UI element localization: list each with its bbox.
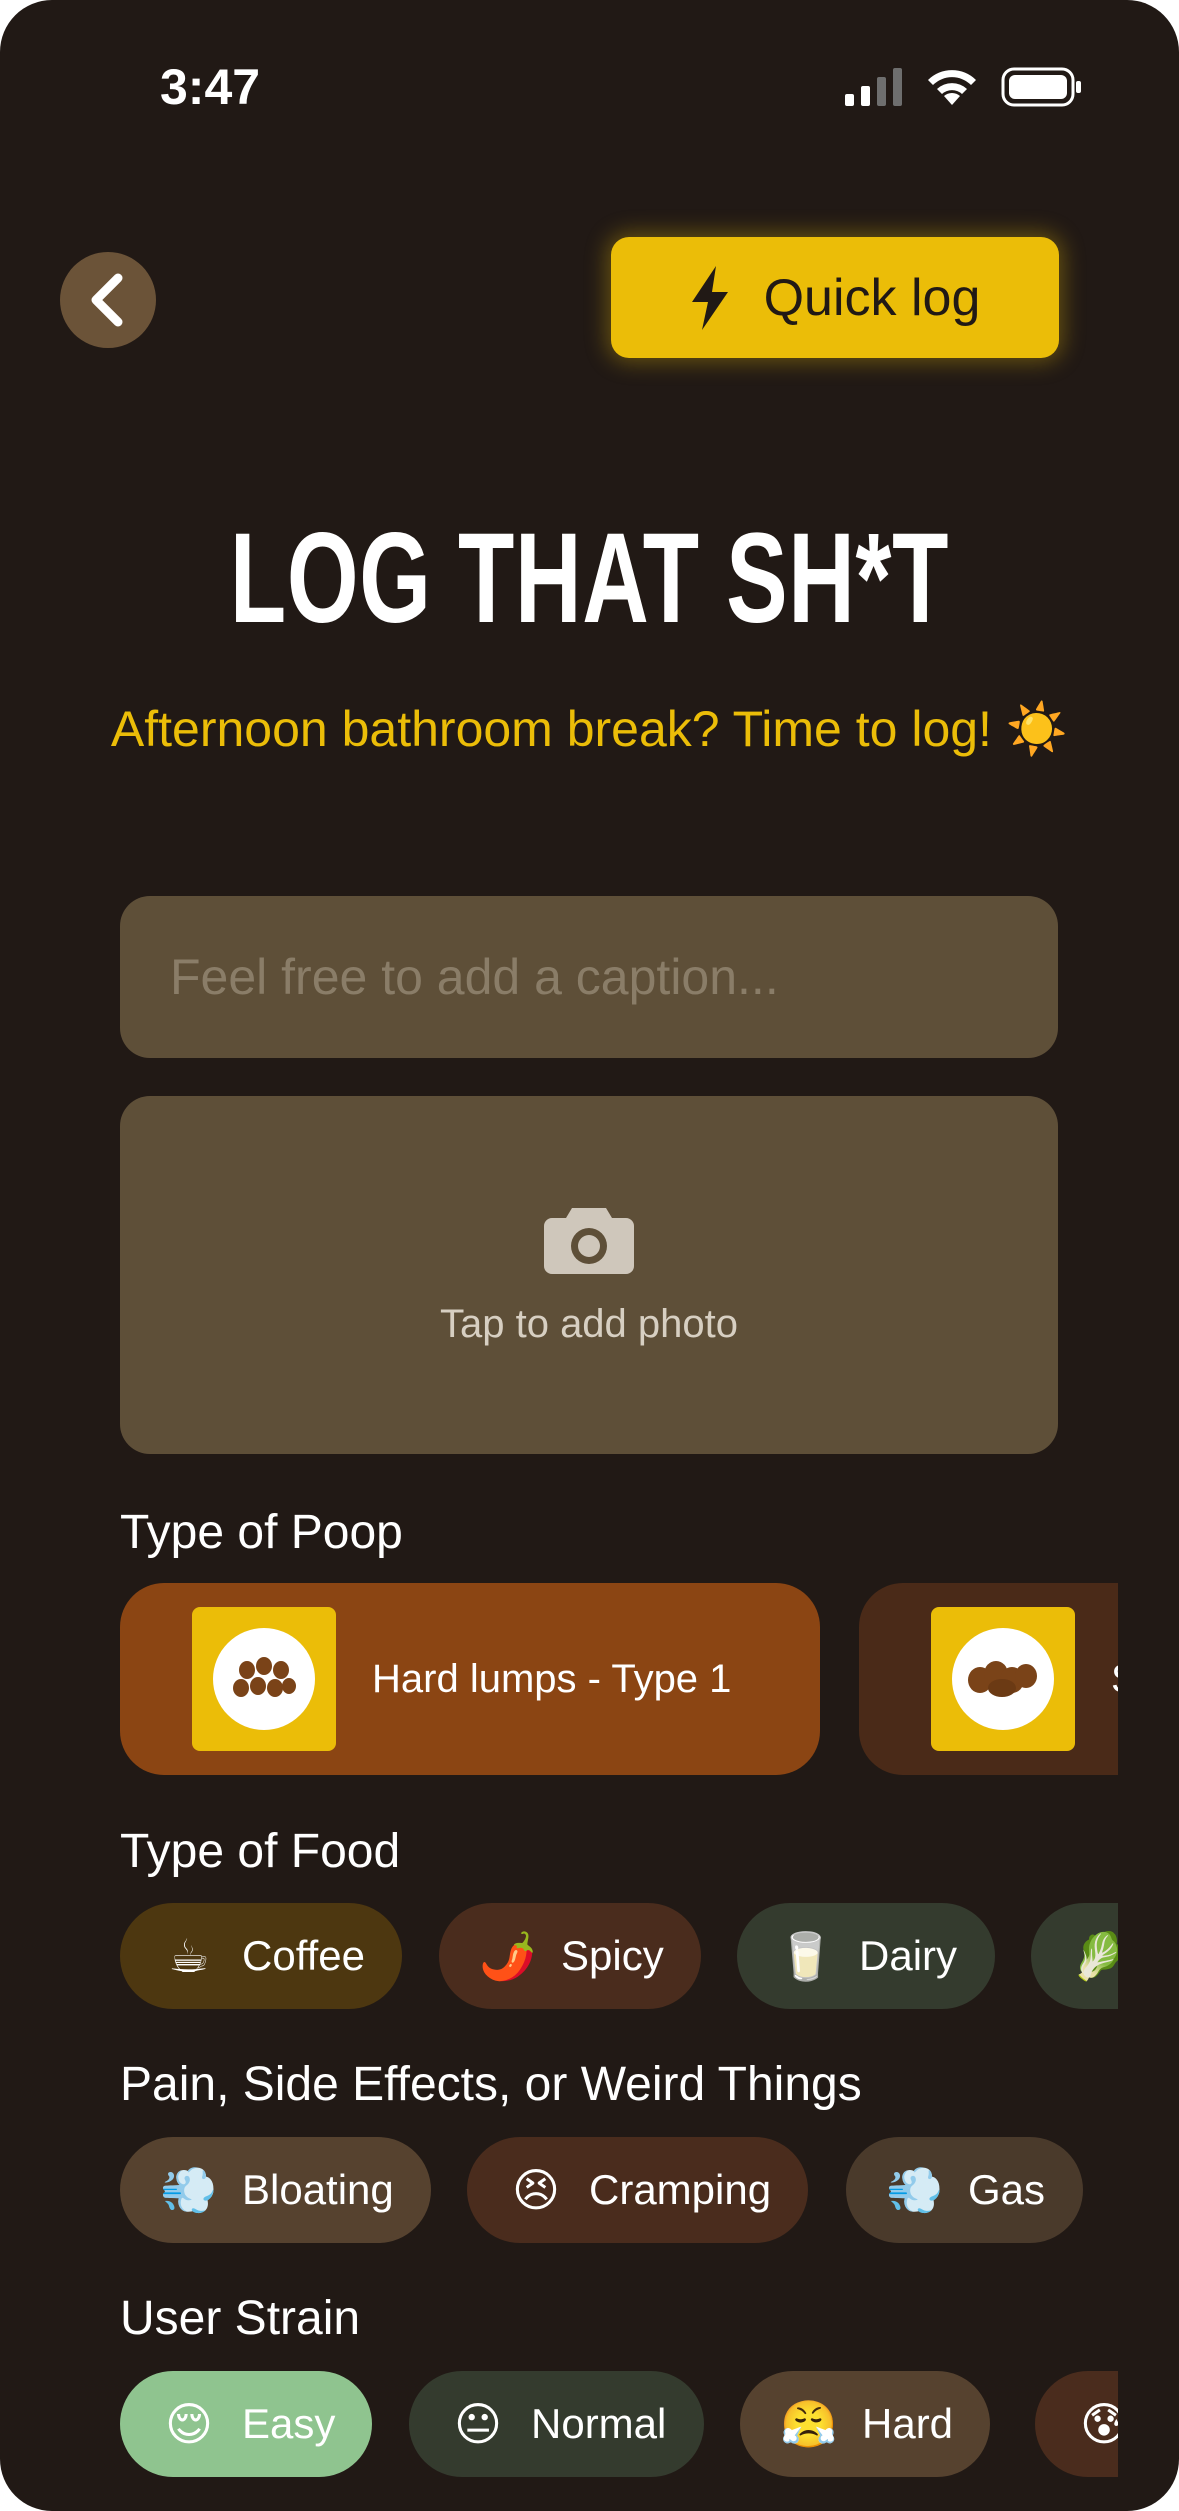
poop-type-thumbnail [192,1607,336,1751]
strain-chip-normal[interactable]: 😐 Normal [409,2371,704,2477]
food-chip-dairy[interactable]: 🥛 Dairy [737,1903,995,2009]
hard-lumps-icon [213,1628,315,1730]
food-type-list: ☕ Coffee 🌶️ Spicy 🥛 Dairy 🥬 [120,1903,1118,2009]
battery-icon [1001,67,1081,107]
caption-input[interactable] [120,896,1058,1058]
food-chip-spicy[interactable]: 🌶️ Spicy [439,1903,701,2009]
effect-chip-cramping[interactable]: 😣 Cramping [467,2137,808,2243]
lightning-bolt-icon [691,265,728,330]
leafy-green-icon: 🥬 [1071,1928,1118,1983]
persevering-face-icon: 😣 [512,2163,560,2217]
poop-type-heading: Type of Poop [120,1506,403,1559]
food-type-heading: Type of Food [120,1825,401,1878]
dash-icon: 💨 [160,2162,218,2217]
strain-chip-hard[interactable]: 😤 Hard [740,2371,990,2477]
chevron-left-icon [91,273,123,327]
add-photo-label: Tap to add photo [439,1301,739,1346]
poop-type-card-1[interactable]: Hard lumps - Type 1 [120,1583,820,1775]
chili-pepper-icon: 🌶️ [479,1928,537,1983]
steam-face-icon: 😤 [780,2396,838,2451]
quick-log-button[interactable]: Quick log [611,237,1059,358]
add-photo-area[interactable]: Tap to add photo [120,1096,1058,1454]
strain-chip-extreme[interactable]: 😰 [1035,2371,1118,2477]
app-screen: 3:47 Quick log LOG THAT SH*T Afternoon b… [0,0,1179,2511]
cellular-signal-icon [845,68,902,106]
wifi-icon [928,70,976,105]
page-subtitle: Afternoon bathroom break? Time to log! ☀… [110,701,1069,757]
milk-glass-icon: 🥛 [777,1928,835,1983]
poop-type-label: S [1111,1657,1118,1702]
food-chip-coffee[interactable]: ☕ Coffee [120,1903,402,2009]
status-icons [845,64,1083,110]
strain-chip-label: Normal [531,2400,667,2447]
camera-icon [544,1207,634,1274]
effect-chip-bloating[interactable]: 💨 Bloating [120,2137,431,2243]
back-button[interactable] [60,252,156,348]
status-time: 3:47 [160,59,261,115]
user-strain-heading: User Strain [120,2292,361,2345]
food-chip-label: Spicy [561,1932,664,1979]
side-effects-heading: Pain, Side Effects, or Weird Things [120,2058,862,2111]
food-chip-label: Coffee [242,1932,365,1979]
poop-type-label: Hard lumps - Type 1 [372,1656,732,1701]
food-chip-veggies[interactable]: 🥬 [1031,1903,1118,2009]
strain-chip-label: Easy [242,2400,336,2447]
food-chip-label: Dairy [859,1932,958,1979]
strain-chip-label: Hard [862,2400,954,2447]
side-effects-list: 💨 Bloating 😣 Cramping 💨 Gas [120,2137,1118,2243]
poop-type-thumbnail [931,1607,1075,1751]
effect-chip-label: Bloating [242,2166,394,2213]
effect-chip-label: Gas [968,2166,1046,2213]
coffee-icon: ☕ [168,1929,210,1983]
lumpy-sausage-icon [952,1628,1054,1730]
neutral-face-icon: 😐 [454,2397,502,2451]
page-title: LOG THAT SH*T [229,507,950,650]
anxious-face-icon: 😰 [1080,2397,1118,2451]
strain-chip-easy[interactable]: 😌 Easy [120,2371,372,2477]
quick-log-label: Quick log [763,268,981,327]
user-strain-list: 😌 Easy 😐 Normal 😤 Hard 😰 [120,2371,1118,2477]
effect-chip-label: Cramping [589,2166,772,2213]
relieved-face-icon: 😌 [165,2397,213,2451]
effect-chip-gas[interactable]: 💨 Gas [846,2137,1083,2243]
dash-icon: 💨 [886,2162,944,2217]
poop-type-list: Hard lumps - Type 1 S [120,1583,1118,1775]
poop-type-card-2[interactable]: S [859,1583,1118,1775]
